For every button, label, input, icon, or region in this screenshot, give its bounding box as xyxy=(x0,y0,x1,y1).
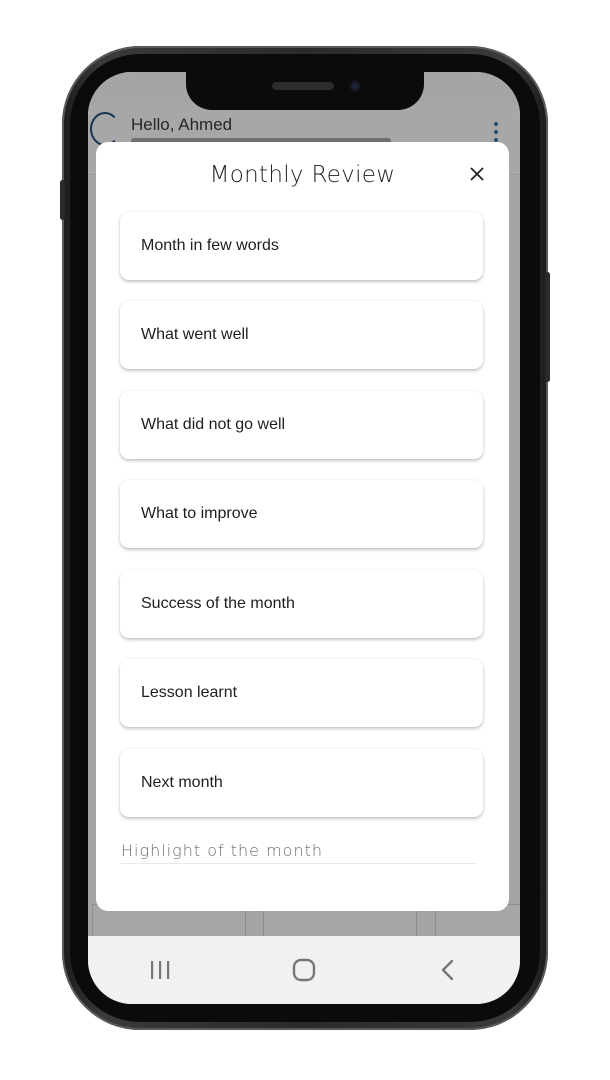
recents-button[interactable] xyxy=(130,950,190,990)
field-label: Next month xyxy=(141,774,223,791)
field-highlight-of-the-month[interactable]: Highlight of the month xyxy=(121,841,323,860)
field-label: What to improve xyxy=(141,505,258,522)
phone-camera xyxy=(349,80,361,92)
field-label: What did not go well xyxy=(141,416,286,433)
phone-volume-button xyxy=(60,180,65,220)
phone-notch xyxy=(186,72,424,110)
field-label: Lesson learnt xyxy=(141,684,238,701)
android-nav-bar xyxy=(88,936,520,1004)
back-button[interactable] xyxy=(418,950,478,990)
field-lesson-learnt[interactable]: Lesson learnt xyxy=(120,659,483,727)
field-what-to-improve[interactable]: What to improve xyxy=(120,480,483,548)
dialog-title: Monthly Review xyxy=(209,162,396,188)
recents-icon xyxy=(151,961,170,979)
field-label: Month in few words xyxy=(141,237,279,254)
field-what-did-not-go-well[interactable]: What did not go well xyxy=(120,391,483,459)
field-next-month[interactable]: Next month xyxy=(120,749,483,817)
close-button[interactable] xyxy=(465,162,489,186)
field-underline xyxy=(121,863,477,864)
home-icon xyxy=(292,958,316,982)
phone-side-button xyxy=(545,272,550,382)
field-month-in-few-words[interactable]: Month in few words xyxy=(120,212,483,280)
field-success-of-the-month[interactable]: Success of the month xyxy=(120,570,483,638)
field-label: Success of the month xyxy=(141,595,295,612)
close-icon xyxy=(470,167,484,181)
monthly-review-dialog: Monthly Review Month in few words What w… xyxy=(96,142,509,911)
field-label: What went well xyxy=(141,326,249,343)
field-what-went-well[interactable]: What went well xyxy=(120,301,483,369)
back-icon xyxy=(441,959,454,981)
home-button[interactable] xyxy=(274,950,334,990)
phone-speaker xyxy=(272,82,334,90)
